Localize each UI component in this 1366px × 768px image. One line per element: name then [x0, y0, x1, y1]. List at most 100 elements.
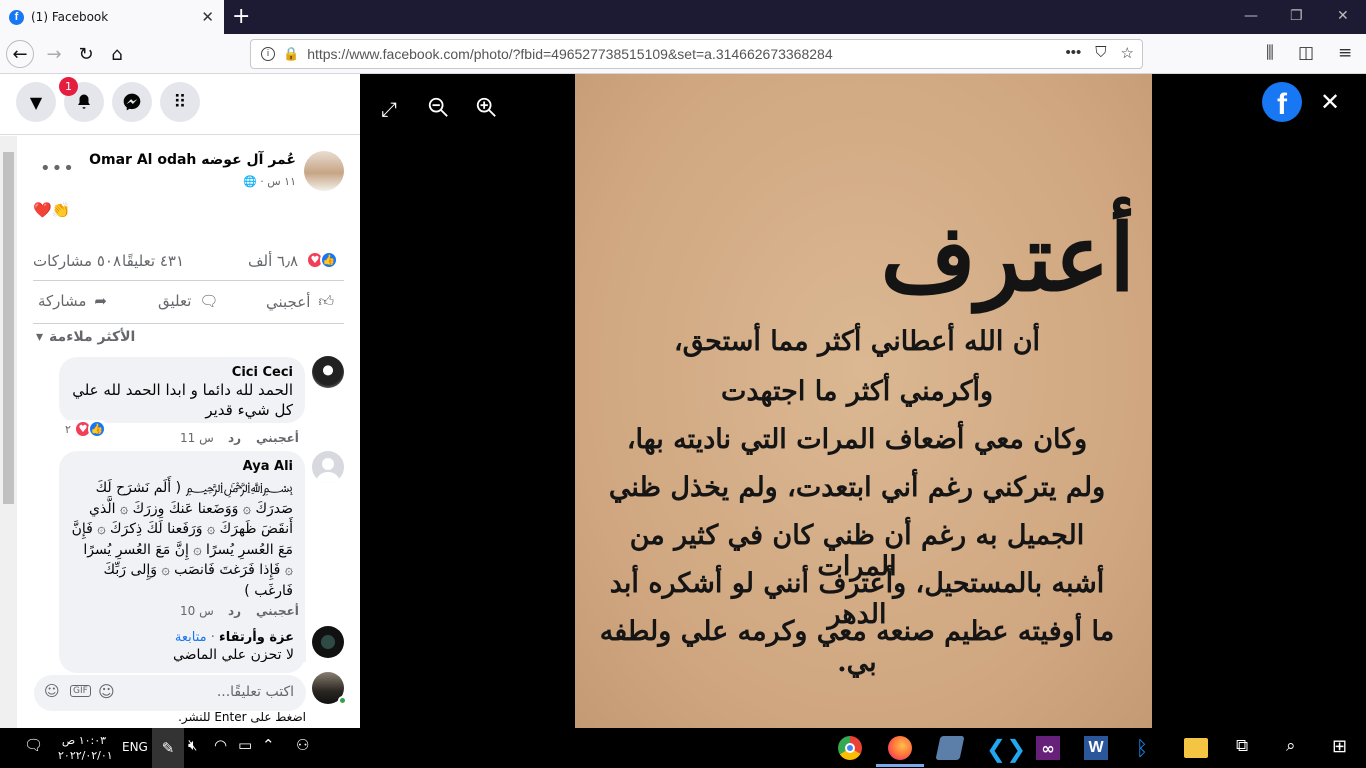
menu-icon[interactable]: ≡	[1338, 43, 1352, 63]
post-author-name[interactable]: عُمر آل عوضه Omar Al odah	[80, 152, 296, 168]
composer-hint: اضغط على Enter للنشر.	[178, 710, 306, 724]
stats-divider	[33, 280, 344, 281]
commenter-avatar[interactable]	[312, 626, 344, 658]
word-icon[interactable]: W	[1084, 736, 1108, 760]
follow-link[interactable]: متابعة	[175, 630, 207, 645]
zoom-out-icon[interactable]	[427, 96, 449, 124]
action-center-icon[interactable]: 🗨︎	[24, 736, 43, 754]
people-icon[interactable]: ⚇	[296, 736, 309, 754]
comment-input-placeholder[interactable]: اكتب تعليقًا...	[217, 684, 294, 700]
commenter-avatar[interactable]	[312, 356, 344, 388]
app-icon[interactable]	[935, 736, 965, 760]
close-viewer-icon[interactable]: ✕	[1320, 88, 1340, 116]
page-actions-icon[interactable]: •••	[1066, 44, 1082, 62]
scrollbar-thumb[interactable]	[3, 152, 14, 504]
back-icon[interactable]: ←	[6, 40, 34, 68]
comment-text: لا تحزن علي الماضي	[172, 647, 294, 662]
restore-icon[interactable]: ❐	[1290, 8, 1303, 24]
visual-studio-icon[interactable]: ∞	[1036, 736, 1060, 760]
clock-date: ٢٠٢٢/٠٢/٠١	[58, 749, 113, 762]
commenter-avatar[interactable]	[312, 451, 344, 483]
post-time[interactable]: ١١ س · 🌐	[200, 175, 296, 188]
chevron-down-icon: ▾	[36, 329, 44, 345]
zoom-in-icon[interactable]	[475, 96, 497, 124]
share-button-label: مشاركة	[38, 292, 87, 310]
share-button[interactable]: مشاركة ➦	[38, 292, 107, 310]
photo-text-line: ولم يتركني رغم أني ابتعدت، ولم يخذل ظني	[608, 472, 1106, 503]
commenter-name[interactable]: Cici Ceci	[71, 365, 293, 380]
minimize-icon[interactable]: —	[1244, 8, 1258, 24]
comment-button[interactable]: تعليق 🗨︎	[158, 292, 218, 310]
url-bar[interactable]: i 🔒 https://www.facebook.com/photo/?fbid…	[250, 39, 1143, 69]
wifi-icon[interactable]: ◠	[214, 736, 227, 754]
commenter-name[interactable]: Aya Ali	[71, 459, 293, 474]
volume-muted-icon[interactable]: 🔇︎	[188, 736, 197, 754]
pocket-icon[interactable]: ⛉	[1095, 44, 1106, 62]
comment-icon: 🗨︎	[199, 292, 219, 310]
comment-input[interactable]: اكتب تعليقًا... ☺︎ GIF ☺	[34, 675, 306, 711]
show-hidden-icons-icon[interactable]: ⌃	[262, 736, 275, 754]
forward-icon[interactable]: →	[40, 40, 68, 68]
comment-reply-link[interactable]: رد	[228, 431, 241, 445]
header-divider	[0, 134, 360, 135]
home-icon[interactable]: ⌂	[103, 40, 131, 68]
like-button[interactable]: أعجبني 👍︎	[266, 292, 334, 311]
comment-reply-link[interactable]: رد	[228, 604, 241, 618]
photo-text-line: ما أوفيته عظيم صنعه معي وكرمه علي ولطفه …	[599, 616, 1115, 678]
comment-sort-button[interactable]: ▾ الأكثر ملاءمة	[36, 329, 135, 345]
comment-time[interactable]: 11 س	[180, 431, 214, 445]
reaction-icons[interactable]: ♥ 👍	[306, 251, 338, 269]
search-icon[interactable]: ⌕	[1286, 736, 1296, 756]
comment-like-link[interactable]: أعجبني	[256, 604, 299, 618]
info-icon[interactable]: i	[261, 47, 275, 61]
like-reaction-icon: 👍	[320, 251, 338, 269]
tab-title: (1) Facebook	[31, 10, 109, 24]
reaction-count[interactable]: ٦٫٨ ألف	[248, 252, 298, 270]
tab-close-icon[interactable]: ✕	[201, 8, 214, 26]
emoji-icon[interactable]: ☺	[98, 682, 115, 701]
library-icon[interactable]: ⫼	[1266, 43, 1274, 63]
new-tab-icon[interactable]: +	[232, 4, 250, 29]
pen-icon[interactable]: ✎	[152, 728, 184, 768]
lock-icon[interactable]: 🔒	[283, 46, 299, 62]
author-avatar[interactable]	[304, 151, 344, 191]
firefox-icon[interactable]	[888, 736, 912, 760]
thumbs-up-icon: 👍︎	[318, 292, 335, 310]
apps-grid-icon[interactable]: ⠿	[160, 82, 200, 122]
browser-tab-bar: f (1) Facebook ✕ + — ❐ ✕	[0, 0, 1366, 34]
language-indicator[interactable]: ENG	[122, 740, 148, 754]
shares-count[interactable]: ٥٠٨ مشاركات	[33, 252, 121, 270]
sticker-icon[interactable]: ☺︎	[44, 682, 60, 700]
battery-icon[interactable]: ▭	[238, 736, 252, 754]
comment-reactions[interactable]: ٢ ♥ 👍	[63, 420, 108, 438]
comment-like-link[interactable]: أعجبني	[256, 431, 299, 445]
clock[interactable]: ١٠:٠٣ ص ٢٠٢٢/٠٢/٠١	[58, 733, 113, 763]
chrome-icon[interactable]	[838, 736, 862, 760]
facebook-logo-icon[interactable]: f	[1262, 82, 1302, 122]
browser-toolbar: ← → ↻ ⌂ i 🔒 https://www.facebook.com/pho…	[0, 34, 1366, 74]
sidebar-icon[interactable]: ◫	[1298, 43, 1314, 63]
messenger-icon[interactable]	[112, 82, 152, 122]
start-icon[interactable]: ⊞	[1332, 736, 1347, 757]
url-text[interactable]: https://www.facebook.com/photo/?fbid=496…	[307, 46, 832, 62]
comment-time[interactable]: 10 س	[180, 604, 214, 618]
vscode-icon[interactable]: ❮❯	[986, 735, 1026, 763]
gif-icon[interactable]: GIF	[70, 685, 91, 697]
photo-text-line: أن الله أعطاني أكثر مما أستحق،	[673, 326, 1041, 357]
scrollbar[interactable]	[0, 136, 17, 728]
commenter-name[interactable]: عزة وأرتقاء	[219, 630, 294, 645]
window-close-icon[interactable]: ✕	[1337, 8, 1349, 24]
comments-count[interactable]: ٤٣١ تعليقًا	[122, 252, 184, 270]
comment-bubble: Cici Ceci الحمد لله دائما و ابدا الحمد ل…	[59, 357, 305, 423]
bookmark-star-icon[interactable]: ☆	[1121, 44, 1134, 62]
file-explorer-icon[interactable]	[1184, 738, 1208, 758]
browser-tab[interactable]: f (1) Facebook ✕	[0, 0, 224, 34]
clock-time: ١٠:٠٣ ص	[61, 734, 107, 747]
reload-icon[interactable]: ↻	[72, 40, 100, 68]
fullscreen-icon[interactable]: ⤢	[381, 97, 397, 121]
bluetooth-icon[interactable]: ᛒ	[1136, 736, 1148, 760]
task-view-icon[interactable]: ⧉	[1236, 736, 1248, 756]
post-options-icon[interactable]: •••	[40, 158, 75, 179]
comment-text: الحمد لله دائما و ابدا الحمد لله علي كل …	[72, 381, 293, 419]
account-dropdown-icon[interactable]: ▼	[16, 82, 56, 122]
